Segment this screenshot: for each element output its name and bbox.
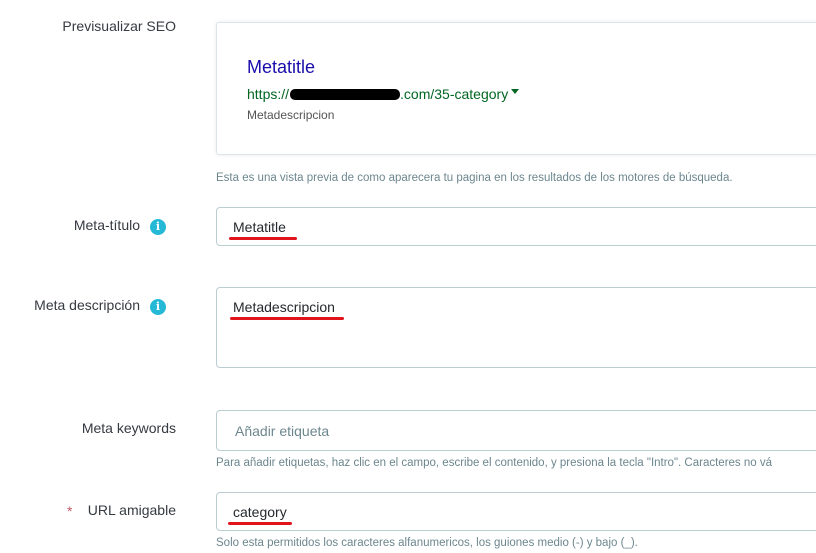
redaction-mark: [290, 89, 401, 100]
friendly-url-help: Solo esta permitidos los caracteres alfa…: [216, 537, 638, 549]
annotation-underline: [228, 522, 292, 525]
seo-preview-title: Metatitle: [247, 57, 316, 77]
info-icon[interactable]: i: [150, 299, 166, 315]
seo-preview-url: https:// .com/35-category: [247, 86, 520, 102]
seo-preview-description: Metadescripcion: [247, 108, 335, 122]
meta-title-input[interactable]: Metatitle: [216, 207, 816, 246]
meta-title-label: Meta-título: [73, 217, 140, 233]
meta-keywords-placeholder: Añadir etiqueta: [235, 423, 330, 439]
meta-keywords-tag-input[interactable]: Añadir etiqueta: [216, 410, 816, 451]
friendly-url-label: URL amigable: [87, 502, 176, 518]
seo-preview-help: Esta es una vista previa de como aparece…: [216, 172, 733, 184]
meta-description-label: Meta descripción: [34, 297, 140, 313]
seo-preview-label: Previsualizar SEO: [62, 18, 176, 34]
meta-keywords-help: Para añadir etiquetas, haz clic en el ca…: [216, 457, 772, 469]
meta-title-value: Metatitle: [233, 219, 286, 235]
seo-preview-box: Metatitle https:// .com/35-category Metad…: [216, 22, 816, 155]
seo-preview-url-suffix: .com/35-category: [400, 86, 509, 102]
annotation-underline: [229, 237, 297, 240]
meta-description-value: Metadescripcion: [233, 299, 335, 315]
annotation-underline: [230, 317, 344, 320]
meta-description-textarea[interactable]: Metadescripcion: [216, 287, 816, 368]
info-icon[interactable]: i: [150, 219, 166, 235]
seo-preview-url-prefix: https://: [247, 86, 290, 102]
required-indicator: *: [67, 503, 73, 519]
meta-keywords-label: Meta keywords: [81, 420, 176, 436]
caret-down-icon: [511, 89, 520, 94]
friendly-url-value: category: [233, 504, 287, 520]
friendly-url-input[interactable]: category: [216, 492, 816, 531]
seo-settings-panel: Previsualizar SEO Metatitle https:// .com…: [0, 0, 816, 553]
